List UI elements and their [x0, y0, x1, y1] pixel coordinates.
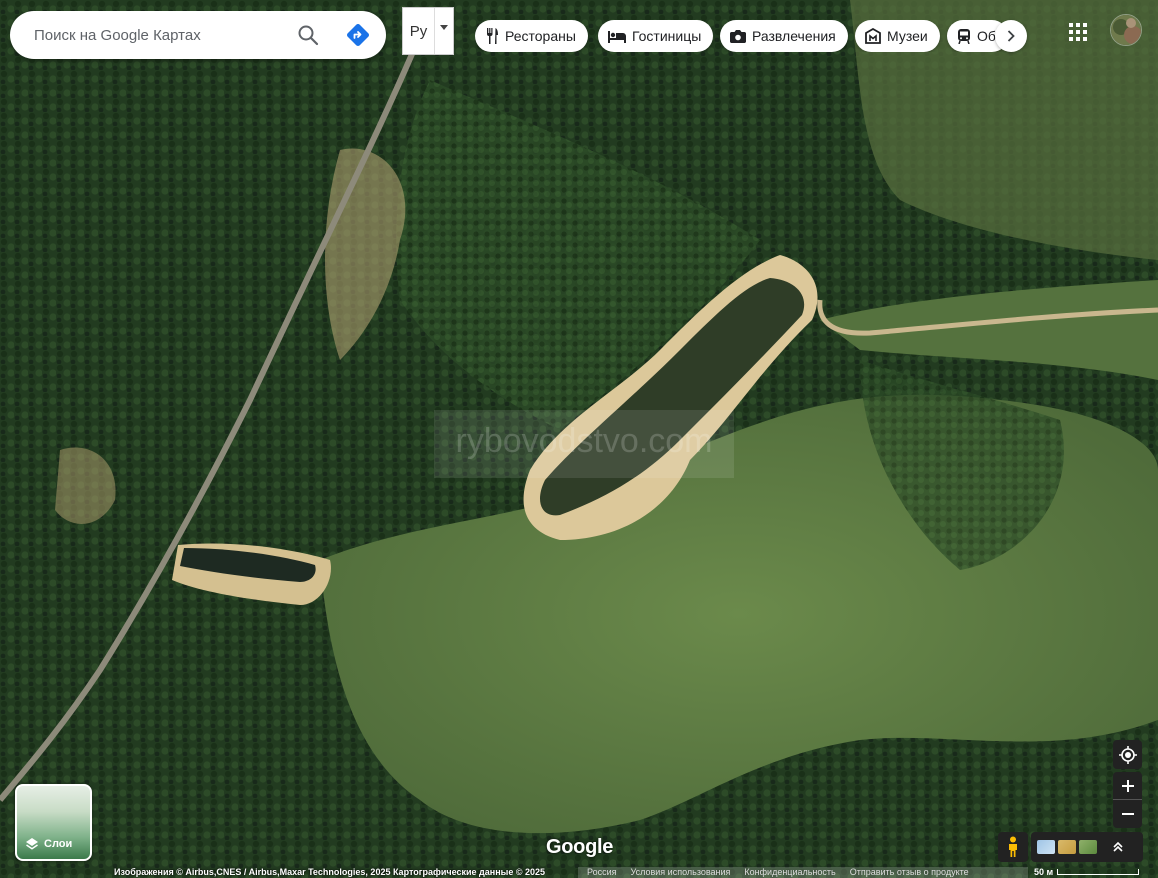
footer-link-feedback[interactable]: Отправить отзыв о продукте	[850, 867, 969, 878]
watermark-text: rybovodstvo.com	[456, 422, 713, 460]
chevron-right-icon	[1007, 30, 1015, 42]
map-type-default-thumb[interactable]	[1037, 840, 1055, 854]
zoom-out-button[interactable]	[1113, 800, 1142, 828]
map-type-switcher[interactable]	[1031, 832, 1143, 862]
chip-restaurants[interactable]: Рестораны	[475, 20, 588, 52]
museum-icon	[865, 28, 881, 44]
minus-icon	[1121, 813, 1134, 815]
apps-grid-icon[interactable]	[1066, 20, 1090, 44]
google-logo: Google	[546, 836, 614, 858]
chevron-up-double-icon[interactable]	[1112, 841, 1124, 853]
transit-icon	[958, 29, 970, 44]
pegman-icon	[1009, 836, 1017, 857]
search-icon[interactable]	[296, 23, 320, 47]
map-scale[interactable]: 50 м	[1034, 867, 1140, 877]
layers-button[interactable]: Слои	[15, 784, 92, 861]
satellite-map[interactable]: rybovodstvo.com	[0, 0, 1158, 878]
zoom-in-button[interactable]	[1113, 772, 1142, 800]
footer-link-region[interactable]: Россия	[587, 867, 617, 878]
layers-label: Слои	[44, 838, 73, 850]
imagery-attribution: Изображения © Airbus,CNES / Airbus,Maxar…	[114, 867, 545, 877]
chip-label: Музеи	[887, 28, 928, 44]
scale-label: 50 м	[1034, 867, 1054, 877]
language-label: Ру	[403, 8, 435, 54]
bed-icon	[608, 31, 626, 43]
layers-icon	[26, 838, 38, 850]
camera-icon	[730, 30, 746, 43]
map-type-satellite-thumb[interactable]	[1079, 840, 1097, 854]
footer-links: Россия Условия использования Конфиденциа…	[578, 867, 1028, 878]
search-input[interactable]	[34, 26, 284, 44]
chip-label: Гостиницы	[632, 28, 702, 44]
fork-knife-icon	[487, 28, 498, 44]
language-selector[interactable]: Ру	[402, 7, 454, 55]
chip-label: Об	[977, 28, 996, 44]
chips-next-button[interactable]	[995, 20, 1027, 52]
scale-bar	[1057, 869, 1140, 875]
my-location-button[interactable]	[1113, 740, 1142, 769]
avatar[interactable]	[1110, 14, 1142, 46]
street-view-pegman[interactable]	[998, 832, 1028, 862]
chip-label: Рестораны	[505, 28, 576, 44]
chip-hotels[interactable]: Гостиницы	[598, 20, 714, 52]
chip-museums[interactable]: Музеи	[855, 20, 940, 52]
footer: Изображения © Airbus,CNES / Airbus,Maxar…	[0, 867, 1158, 878]
chip-entertainment[interactable]: Развлечения	[720, 20, 848, 52]
location-target-icon	[1118, 745, 1137, 764]
category-chips: Рестораны Гостиницы Развлечения Музеи Об	[475, 20, 1027, 52]
search-box	[10, 11, 386, 59]
chevron-down-icon	[435, 8, 453, 54]
map-type-terrain-thumb[interactable]	[1058, 840, 1076, 854]
footer-link-privacy[interactable]: Конфиденциальность	[744, 867, 835, 878]
footer-link-terms[interactable]: Условия использования	[631, 867, 731, 878]
plus-icon	[1121, 779, 1134, 792]
chip-label: Развлечения	[752, 28, 836, 44]
directions-icon[interactable]	[346, 23, 370, 47]
